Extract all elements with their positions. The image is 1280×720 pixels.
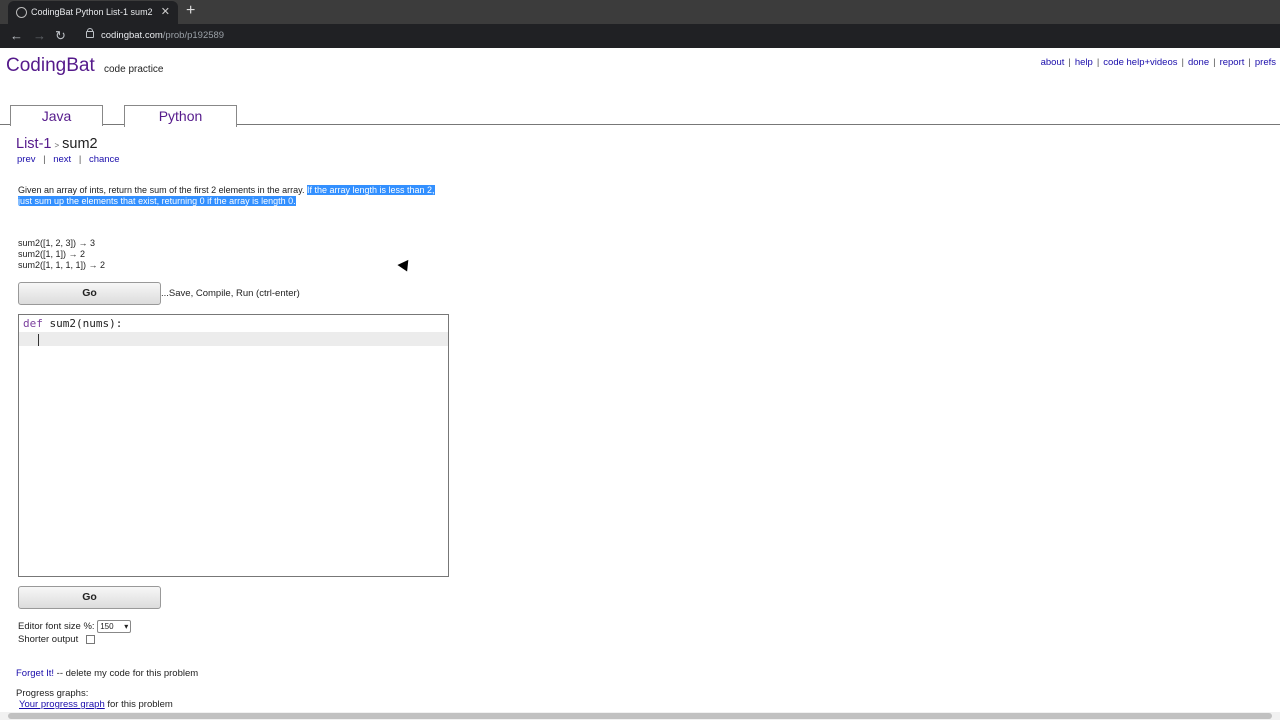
about-link[interactable]: about	[1041, 57, 1065, 68]
browser-chrome: CodingBat Python List-1 sum2 ✕ + ← → ↻ c…	[0, 0, 1280, 48]
section-link[interactable]: List-1	[16, 136, 51, 152]
go-button-top[interactable]: Go	[18, 282, 161, 305]
text-caret	[38, 334, 39, 346]
code-line: def sum2(nums):	[23, 317, 122, 330]
tab-python[interactable]: Python	[124, 105, 237, 127]
tab-strip: CodingBat Python List-1 sum2 ✕ +	[0, 0, 1280, 24]
font-size-control: Editor font size %: 150	[18, 620, 132, 633]
prev-link[interactable]: prev	[17, 154, 35, 165]
url-path: /prob/p192589	[162, 30, 225, 41]
address-bar[interactable]: codingbat.com/prob/p192589	[101, 30, 224, 41]
progress-graph-text: for this problem	[104, 699, 173, 710]
code-signature: sum2(nums):	[42, 317, 123, 330]
problem-description: Given an array of ints, return the sum o…	[18, 185, 448, 207]
code-help-videos-link[interactable]: code help+videos	[1103, 57, 1177, 68]
example-line: sum2([1, 1]) → 2	[18, 249, 86, 259]
active-line	[19, 332, 448, 346]
go-hint: ...Save, Compile, Run (ctrl-enter)	[161, 288, 300, 299]
forget-it-link[interactable]: Forget It!	[16, 668, 54, 679]
next-link[interactable]: next	[53, 154, 71, 165]
code-editor[interactable]: def sum2(nums):	[18, 314, 449, 577]
report-link[interactable]: report	[1220, 57, 1245, 68]
example-line: sum2([1, 1, 1, 1]) → 2	[18, 260, 106, 270]
shorter-output-label: Shorter output	[18, 634, 79, 645]
shorter-output-checkbox[interactable]	[86, 634, 96, 644]
url-host: codingbat.com	[101, 30, 163, 41]
globe-icon	[16, 7, 27, 18]
tab-java[interactable]: Java	[10, 105, 103, 126]
close-icon[interactable]: ✕	[161, 5, 170, 18]
site-logo[interactable]: CodingBat	[6, 55, 95, 77]
description-text: Given an array of ints, return the sum o…	[18, 185, 307, 195]
examples: sum2([1, 2, 3]) → 3 sum2([1, 1]) → 2 sum…	[18, 238, 105, 271]
tab-title: CodingBat Python List-1 sum2	[31, 7, 153, 17]
forget-it-row: Forget It! -- delete my code for this pr…	[16, 668, 198, 679]
lock-icon[interactable]	[86, 28, 94, 38]
progress-graphs-label: Progress graphs:	[16, 688, 89, 699]
font-size-label: Editor font size %:	[18, 621, 95, 633]
go-button-bottom[interactable]: Go	[18, 586, 161, 609]
horizontal-scrollbar[interactable]	[0, 712, 1280, 720]
browser-tab[interactable]: CodingBat Python List-1 sum2 ✕	[8, 1, 178, 24]
problem-nav: prev | next | chance	[17, 154, 120, 165]
browser-toolbar: ← → ↻ codingbat.com/prob/p192589	[0, 24, 1280, 48]
chance-link[interactable]: chance	[89, 154, 120, 165]
new-tab-icon[interactable]: +	[186, 2, 195, 20]
shorter-output-control: Shorter output	[18, 634, 96, 645]
top-links: about | help | code help+videos | done | report |…	[1040, 57, 1276, 68]
problem-title: sum2	[62, 136, 98, 152]
forget-it-text: -- delete my code for this problem	[54, 668, 199, 679]
help-link[interactable]: help	[1075, 57, 1093, 68]
mouse-cursor-icon	[397, 259, 413, 275]
forward-icon[interactable]: →	[33, 28, 46, 43]
back-icon[interactable]: ←	[10, 28, 23, 43]
prefs-link[interactable]: prefs	[1255, 57, 1276, 68]
scrollbar-thumb[interactable]	[8, 713, 1272, 719]
font-size-select[interactable]: 150	[97, 620, 132, 633]
example-line: sum2([1, 2, 3]) → 3	[18, 238, 96, 248]
progress-graph-link[interactable]: Your progress graph	[19, 699, 105, 710]
progress-row: Your progress graph for this problem	[19, 699, 173, 710]
site-tagline: code practice	[104, 64, 164, 75]
page-content: CodingBat code practice about | help | code …	[0, 48, 1280, 712]
reload-icon[interactable]: ↻	[55, 28, 66, 44]
breadcrumb-separator: >	[54, 141, 60, 150]
breadcrumb: List-1 > sum2	[16, 136, 98, 152]
done-link[interactable]: done	[1188, 57, 1209, 68]
code-keyword: def	[23, 317, 43, 330]
